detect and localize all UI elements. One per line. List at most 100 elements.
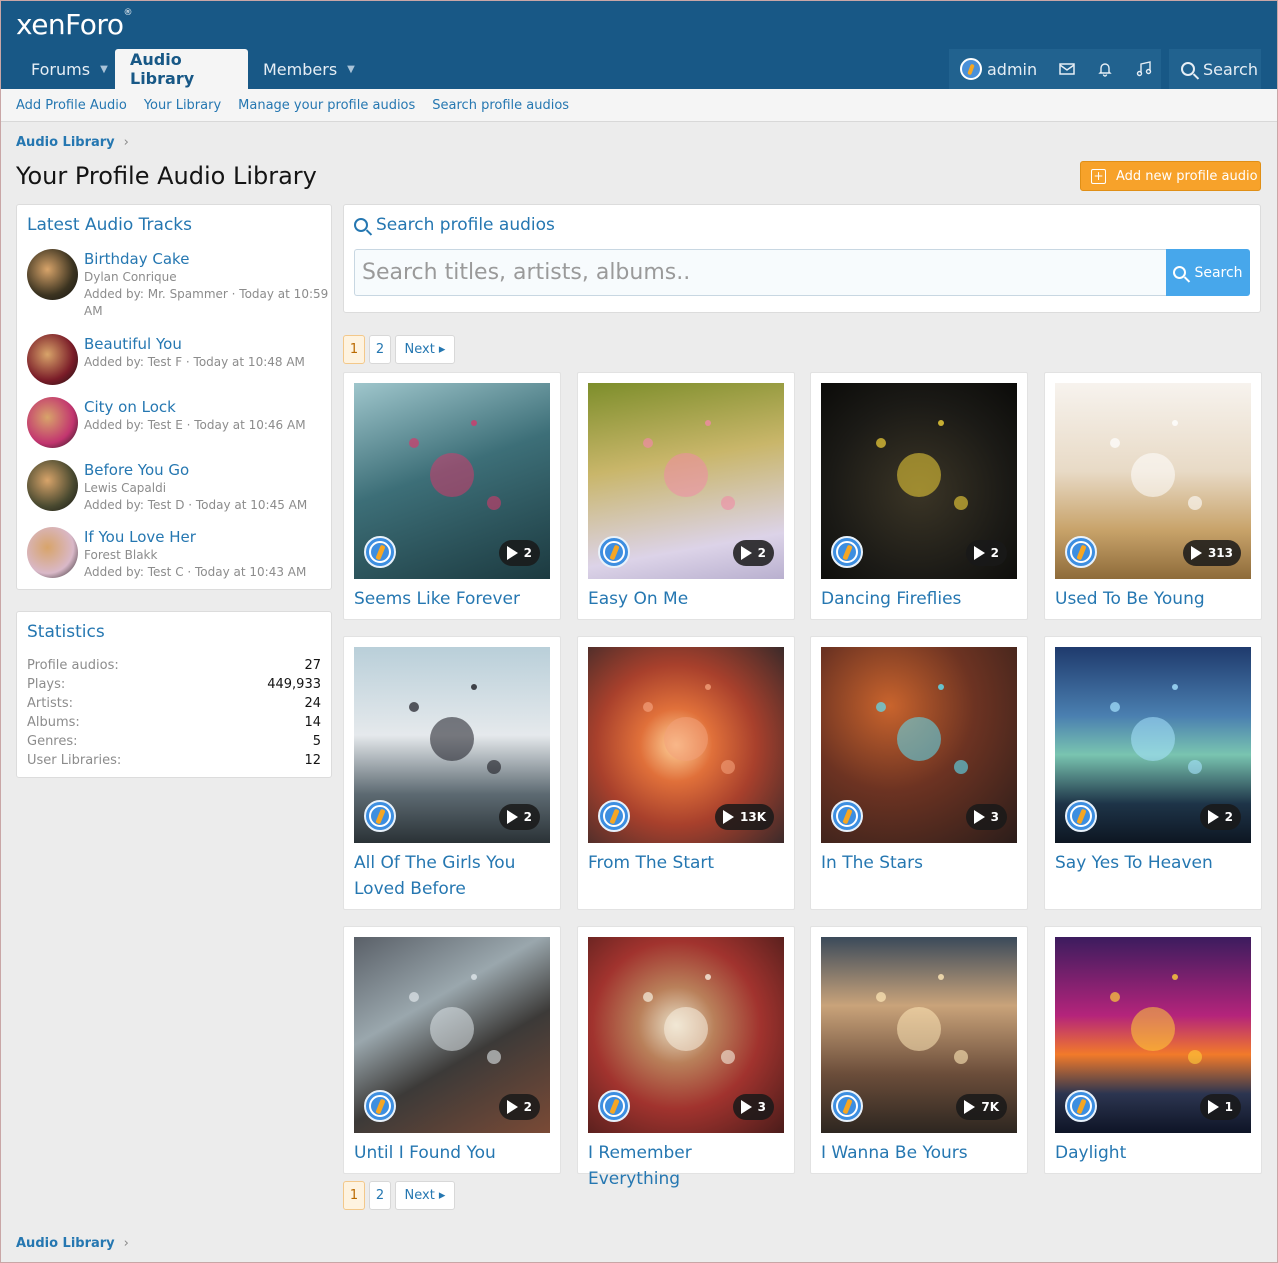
plus-icon: +	[1091, 168, 1106, 184]
chevron-down-icon[interactable]: ▼	[347, 64, 355, 75]
audio-card[interactable]: 2 Say Yes To Heaven	[1044, 636, 1262, 910]
stat-row: Genres: 5	[27, 734, 321, 749]
audio-title-link[interactable]: Say Yes To Heaven	[1055, 850, 1253, 876]
track-cover[interactable]	[27, 460, 78, 511]
track-cover[interactable]	[27, 334, 78, 385]
audio-title-link[interactable]: Daylight	[1055, 1140, 1253, 1166]
play-count: 3	[990, 810, 999, 824]
audio-card[interactable]: 2 Until I Found You	[343, 926, 561, 1174]
add-profile-audio-button[interactable]: + Add new profile audio	[1080, 161, 1261, 191]
play-icon	[973, 546, 985, 560]
subnav-your-library[interactable]: Your Library	[144, 98, 221, 113]
play-count-badge[interactable]: 2	[965, 540, 1007, 566]
audio-card[interactable]: 1 Daylight	[1044, 926, 1262, 1174]
breadcrumb[interactable]: Audio Library ›	[16, 135, 129, 150]
audio-title-link[interactable]: Dancing Fireflies	[821, 586, 1019, 612]
nav-tab-audio-library[interactable]: Audio Library	[115, 49, 248, 89]
play-count-badge[interactable]: 2	[498, 540, 540, 566]
audio-card[interactable]: 13K From The Start	[577, 636, 795, 910]
page-1-link[interactable]: 1	[343, 335, 365, 364]
avatar-icon	[960, 58, 982, 80]
track-cover[interactable]	[27, 249, 78, 300]
track-list-item[interactable]: Beautiful You Added by: Test F · Today at…	[27, 334, 305, 385]
audio-title-link[interactable]: Easy On Me	[588, 586, 786, 612]
track-list-item[interactable]: If You Love Her Forest Blakk Added by: Tes…	[27, 527, 306, 581]
subnav-manage-profile-audios[interactable]: Manage your profile audios	[238, 98, 415, 113]
play-count-badge[interactable]: 313	[1182, 540, 1241, 566]
play-count-badge[interactable]: 13K	[715, 804, 774, 830]
audio-title-link[interactable]: I Remember Everything	[588, 1140, 786, 1192]
play-count-badge[interactable]: 2	[1199, 804, 1241, 830]
audio-card[interactable]: 2 All Of The Girls You Loved Before	[343, 636, 561, 910]
next-page-link[interactable]: Next ▸	[395, 335, 455, 364]
profile-audio-badge-icon	[364, 1090, 396, 1122]
audio-title-link[interactable]: In The Stars	[821, 850, 1019, 876]
track-cover[interactable]	[27, 527, 78, 578]
subnav-add-profile-audio[interactable]: Add Profile Audio	[16, 98, 127, 113]
audio-title-link[interactable]: Seems Like Forever	[354, 586, 552, 612]
track-cover[interactable]	[27, 397, 78, 448]
play-count-badge[interactable]: 1	[1199, 1094, 1241, 1120]
audio-title-link[interactable]: Until I Found You	[354, 1140, 552, 1166]
play-count-badge[interactable]: 2	[498, 1094, 540, 1120]
site-logo[interactable]: xenForo®	[16, 8, 132, 41]
search-submit-button[interactable]: Search	[1166, 249, 1250, 296]
audio-title-link[interactable]: From The Start	[588, 850, 786, 876]
search-heading[interactable]: Search profile audios	[354, 215, 555, 235]
play-count-badge[interactable]: 7K	[956, 1094, 1007, 1120]
pagination-top: 1 2 Next ▸	[343, 335, 459, 364]
track-added-by: Added by: Mr. Spammer · Today at 10:59	[84, 287, 329, 301]
track-list-item[interactable]: Birthday Cake Dylan Conrique Added by: Mr.…	[27, 249, 328, 320]
nav-tab-forums[interactable]: Forums ▼	[16, 49, 123, 89]
track-list-item[interactable]: City on Lock Added by: Test E · Today at …	[27, 397, 306, 448]
search-input[interactable]	[354, 249, 1166, 296]
music-note-icon[interactable]	[1124, 49, 1164, 89]
page-1-link[interactable]: 1	[343, 1181, 365, 1210]
sub-navigation: Add Profile Audio Your Library Manage yo…	[0, 89, 1278, 122]
play-count: 2	[757, 546, 766, 560]
audio-card[interactable]: 2 Seems Like Forever	[343, 372, 561, 620]
track-added-by: Added by: Test F · Today at 10:48 AM	[84, 355, 305, 369]
play-count-badge[interactable]: 2	[498, 804, 540, 830]
breadcrumb-footer[interactable]: Audio Library ›	[16, 1236, 129, 1251]
audio-card[interactable]: 3 I Remember Everything	[577, 926, 795, 1189]
nav-tab-members[interactable]: Members ▼	[248, 49, 370, 89]
audio-title-link[interactable]: I Wanna Be Yours	[821, 1140, 1019, 1166]
track-added-by: Added by: Test C · Today at 10:43 AM	[84, 565, 307, 579]
next-page-link[interactable]: Next ▸	[395, 1181, 455, 1210]
play-count-badge[interactable]: 2	[732, 540, 774, 566]
profile-audio-badge-icon	[831, 1090, 863, 1122]
play-count: 2	[523, 1100, 532, 1114]
track-added-by: Added by: Test E · Today at 10:46 AM	[84, 418, 306, 432]
account-link[interactable]: admin	[949, 49, 1048, 89]
stat-value: 24	[304, 696, 321, 711]
chevron-right-icon: ›	[123, 1236, 129, 1251]
page-2-link[interactable]: 2	[369, 1181, 391, 1210]
play-count-badge[interactable]: 3	[732, 1094, 774, 1120]
track-title[interactable]: If You Love Her	[84, 527, 306, 547]
play-count: 2	[990, 546, 999, 560]
chevron-down-icon[interactable]: ▼	[100, 64, 108, 75]
audio-title-link[interactable]: Used To Be Young	[1055, 586, 1253, 612]
track-title[interactable]: City on Lock	[84, 397, 306, 417]
audio-card[interactable]: 2 Easy On Me	[577, 372, 795, 620]
track-title[interactable]: Beautiful You	[84, 334, 305, 354]
bell-icon[interactable]	[1086, 49, 1124, 89]
audio-card[interactable]: 313 Used To Be Young	[1044, 372, 1262, 620]
audio-card[interactable]: 3 In The Stars	[810, 636, 1028, 910]
track-title[interactable]: Birthday Cake	[84, 249, 328, 269]
header-search-button[interactable]: Search	[1169, 49, 1261, 89]
audio-title-link[interactable]: All Of The Girls You Loved Before	[354, 850, 552, 902]
page-2-link[interactable]: 2	[369, 335, 391, 364]
stat-label: Plays:	[27, 677, 66, 692]
subnav-search-profile-audios[interactable]: Search profile audios	[432, 98, 569, 113]
inbox-icon[interactable]	[1048, 49, 1086, 89]
play-icon	[1207, 1100, 1219, 1114]
play-count-badge[interactable]: 3	[965, 804, 1007, 830]
track-title[interactable]: Before You Go	[84, 460, 307, 480]
track-list-item[interactable]: Before You Go Lewis Capaldi Added by: Test…	[27, 460, 307, 514]
profile-audio-badge-icon	[1065, 1090, 1097, 1122]
audio-card[interactable]: 7K I Wanna Be Yours	[810, 926, 1028, 1174]
track-artist: Forest Blakk	[84, 548, 158, 562]
audio-card[interactable]: 2 Dancing Fireflies	[810, 372, 1028, 620]
